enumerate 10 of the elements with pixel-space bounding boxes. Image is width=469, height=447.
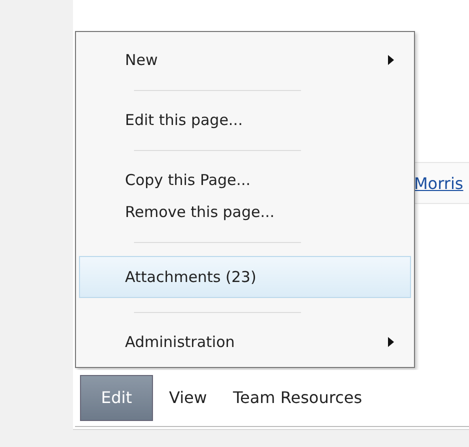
menu-item[interactable]: Administration (79, 326, 411, 358)
person-link[interactable]: Morris (414, 172, 464, 196)
menu-item[interactable]: Remove this page... (79, 196, 411, 228)
menu-item[interactable]: Copy this Page... (79, 164, 411, 196)
menu-item[interactable]: Edit this page... (79, 104, 411, 136)
menu-tab[interactable]: Team Resources (222, 375, 372, 421)
menu-item[interactable]: New (79, 44, 411, 76)
menu-item[interactable]: Attachments (23) (79, 256, 411, 298)
menu-tab[interactable]: View (158, 375, 217, 421)
menu-tab[interactable]: Edit (80, 375, 153, 421)
